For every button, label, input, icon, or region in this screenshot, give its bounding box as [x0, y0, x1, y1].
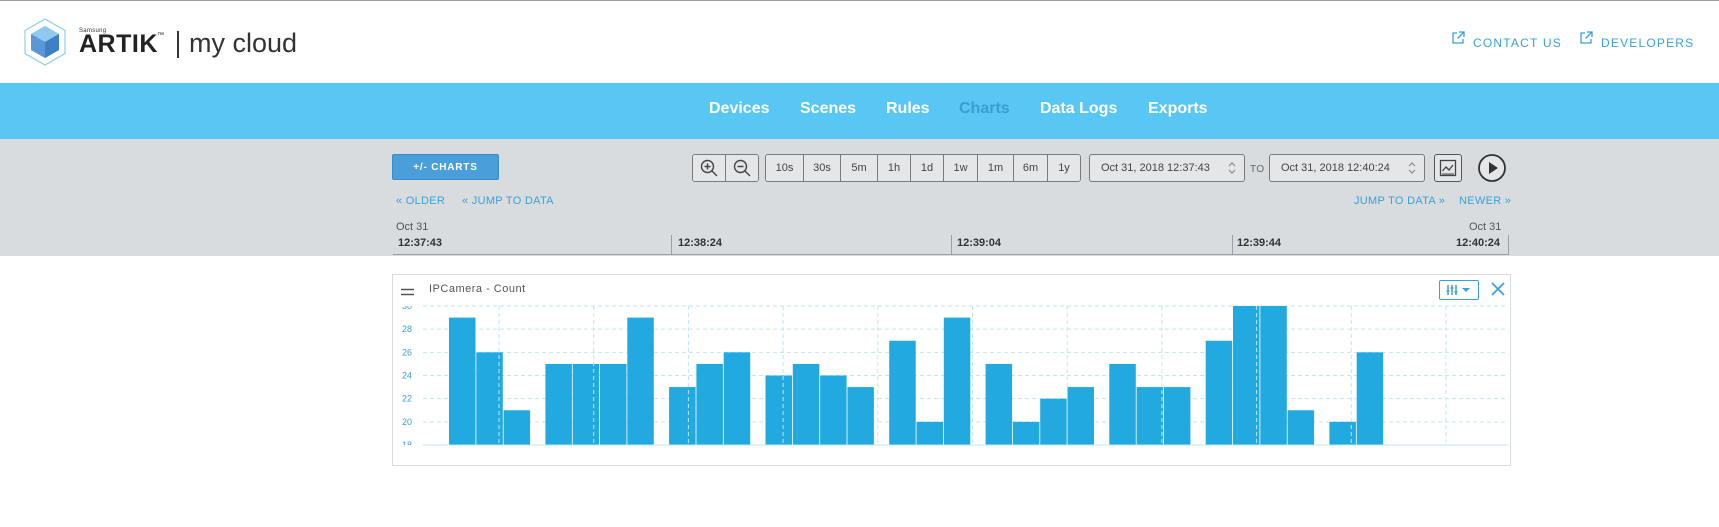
main-nav: Devices Scenes Rules Charts Data Logs Ex…: [0, 83, 1719, 139]
older-link[interactable]: « OLDER: [396, 195, 445, 207]
nav-data-logs[interactable]: Data Logs: [1040, 100, 1117, 118]
external-link-icon: [1452, 31, 1465, 44]
chart-bar: [985, 363, 1013, 445]
chart-bar: [765, 375, 792, 445]
nav-charts[interactable]: Charts: [959, 100, 1010, 118]
chart-bar: [1109, 363, 1136, 445]
newer-link[interactable]: NEWER »: [1459, 195, 1511, 207]
chart-bar: [1233, 306, 1260, 445]
chart-bar: [1012, 421, 1040, 445]
range-1w[interactable]: 1w: [943, 155, 977, 181]
timeline-label: 12:39:44: [1237, 237, 1282, 249]
timeline-end-date: Oct 31: [1469, 221, 1502, 233]
nav-exports[interactable]: Exports: [1148, 100, 1208, 118]
header: Samsung ARTIK ™ my cloud CONTACT US DEVE…: [0, 1, 1719, 83]
nav-scenes[interactable]: Scenes: [800, 100, 856, 118]
chart-bar: [723, 352, 751, 445]
zoom-out-button[interactable]: [725, 155, 758, 181]
to-label: TO: [1250, 164, 1265, 175]
brand-name[interactable]: ARTIK: [79, 30, 158, 59]
y-tick-label: 22: [402, 394, 412, 404]
chart-panel: IPCamera - Count 18 20 22 24 26 28 30: [392, 274, 1511, 466]
chart-bar: [916, 421, 943, 445]
y-tick-label: 24: [402, 371, 412, 381]
zoom-in-button[interactable]: [693, 155, 725, 181]
to-date-input[interactable]: Oct 31, 2018 12:40:24: [1269, 154, 1425, 182]
chart-bar: [1040, 398, 1067, 445]
chart-bar: [449, 317, 476, 445]
range-6m[interactable]: 6m: [1013, 155, 1047, 181]
range-1h[interactable]: 1h: [877, 155, 910, 181]
artik-logo-icon[interactable]: [23, 17, 67, 67]
chart-toolbar: +/- CHARTS 10s 30s 5m 1h 1d 1w 1m 6m 1y …: [0, 139, 1719, 256]
chart-bar: [1287, 410, 1315, 445]
range-30s[interactable]: 30s: [803, 155, 840, 181]
timeline-label: 12:40:24: [1456, 237, 1501, 249]
timeline-tick: [1508, 235, 1509, 255]
developers-label: DEVELOPERS: [1601, 36, 1695, 50]
range-1d[interactable]: 1d: [910, 155, 943, 181]
chart-bar: [1163, 387, 1191, 445]
zoom-out-icon: [733, 159, 751, 177]
chart-bar: [943, 317, 971, 445]
nav-rules[interactable]: Rules: [886, 100, 930, 118]
brand-divider: [177, 31, 179, 58]
y-tick-label: 26: [402, 347, 412, 357]
chart-bar: [889, 340, 916, 445]
chart-export-button[interactable]: [1434, 154, 1462, 182]
nav-devices[interactable]: Devices: [709, 100, 770, 118]
chart-bar: [820, 375, 847, 445]
timeline-label: 12:39:04: [957, 237, 1002, 249]
spinner-icon[interactable]: [1228, 161, 1236, 175]
developers-link[interactable]: DEVELOPERS: [1579, 31, 1695, 50]
zoom-controls: [692, 154, 759, 182]
contact-us-link[interactable]: CONTACT US: [1451, 31, 1562, 50]
y-tick-label: 28: [402, 324, 412, 334]
to-date-value: Oct 31, 2018 12:40:24: [1281, 162, 1390, 174]
range-1m[interactable]: 1m: [977, 155, 1013, 181]
external-link-icon: [1580, 31, 1593, 44]
y-tick-label: 18: [402, 440, 412, 450]
chart-bar: [847, 387, 874, 445]
product-name[interactable]: my cloud: [189, 28, 297, 59]
jump-to-data-back-link[interactable]: « JUMP TO DATA: [462, 195, 554, 207]
timeline-tick: [671, 235, 672, 255]
chart-bar: [545, 363, 572, 445]
range-10s[interactable]: 10s: [766, 155, 803, 181]
chart-bar: [572, 363, 600, 445]
chart-bar: [1329, 421, 1356, 445]
range-5m[interactable]: 5m: [840, 155, 877, 181]
chart-export-icon: [1439, 159, 1457, 177]
timeline-start-date: Oct 31: [396, 221, 429, 233]
time-range-buttons: 10s 30s 5m 1h 1d 1w 1m 6m 1y: [765, 154, 1081, 182]
chart-bar: [503, 410, 531, 445]
from-date-input[interactable]: Oct 31, 2018 12:37:43: [1089, 154, 1245, 182]
zoom-in-icon: [700, 159, 718, 177]
spinner-icon[interactable]: [1408, 161, 1416, 175]
chart-bar: [627, 317, 654, 445]
chart-bar: [1136, 387, 1164, 445]
timeline-tick: [951, 235, 952, 255]
chart-bar: [696, 363, 723, 445]
chart-bar: [1067, 387, 1094, 445]
chart-bar: [1205, 340, 1233, 445]
contact-us-label: CONTACT US: [1473, 36, 1562, 50]
timeline-label: 12:37:43: [398, 237, 443, 249]
add-remove-charts-button[interactable]: +/- CHARTS: [392, 154, 499, 180]
y-tick-label: 30: [402, 301, 412, 311]
trademark: ™: [157, 32, 164, 39]
chart-bar: [600, 363, 627, 445]
jump-to-data-forward-link[interactable]: JUMP TO DATA »: [1354, 195, 1445, 207]
chart-bar: [792, 363, 820, 445]
chart-bar: [1260, 306, 1287, 445]
y-tick-label: 20: [402, 417, 412, 427]
chart-bar: [1356, 352, 1384, 445]
chart-bar: [669, 387, 696, 445]
range-1y[interactable]: 1y: [1047, 155, 1080, 181]
play-icon[interactable]: [1477, 153, 1507, 183]
timeline-label: 12:38:24: [678, 237, 723, 249]
timeline-tick: [1232, 235, 1233, 255]
bar-chart: 18 20 22 24 26 28 30: [402, 301, 1508, 450]
from-date-value: Oct 31, 2018 12:37:43: [1101, 162, 1210, 174]
